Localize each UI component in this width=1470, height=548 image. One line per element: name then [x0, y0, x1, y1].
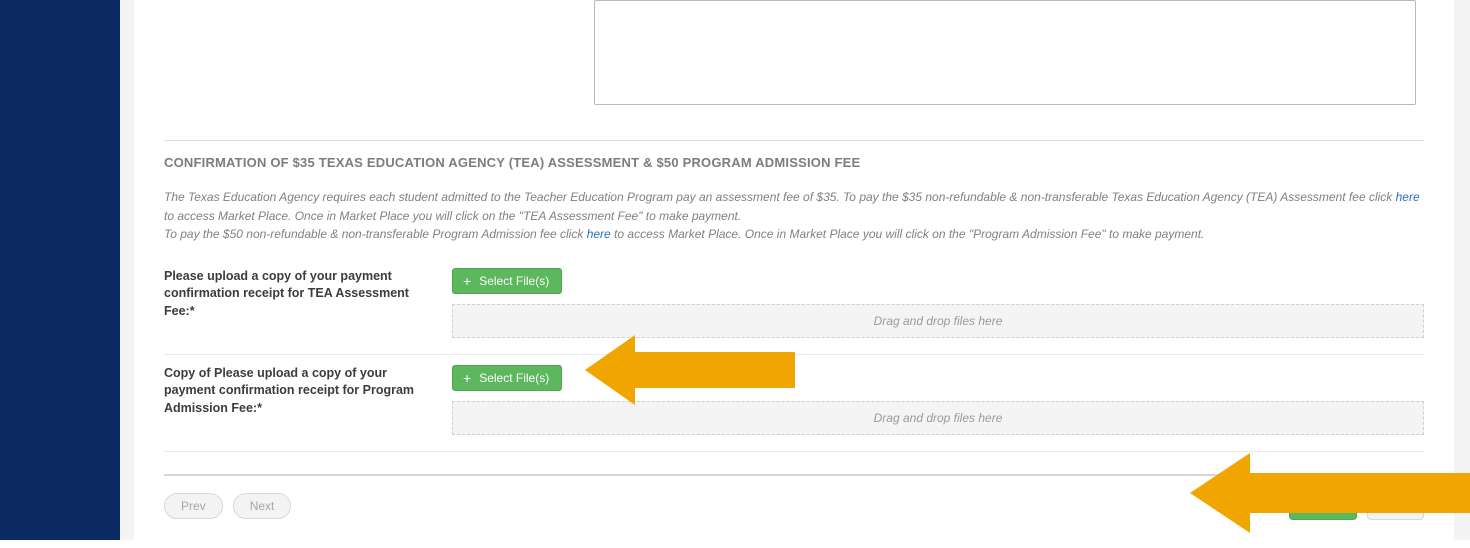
instr-text: To pay the $50 non-refundable & non-tran… — [164, 227, 587, 241]
tea-fee-link[interactable]: here — [1396, 190, 1420, 204]
select-file-label: Select File(s) — [479, 371, 549, 385]
prev-button[interactable]: Prev — [164, 493, 223, 519]
program-receipt-label: Copy of Please upload a copy of your pay… — [164, 365, 452, 418]
section-divider-top — [164, 140, 1424, 141]
program-receipt-row: Copy of Please upload a copy of your pay… — [164, 355, 1424, 452]
left-nav-sidebar — [0, 0, 120, 540]
section-divider-bottom — [164, 474, 1424, 476]
instr-text: to access Market Place. Once in Market P… — [611, 227, 1205, 241]
content-shell: CONFIRMATION OF $35 TEXAS EDUCATION AGEN… — [120, 0, 1470, 540]
form-content: CONFIRMATION OF $35 TEXAS EDUCATION AGEN… — [134, 0, 1454, 548]
description-textarea[interactable] — [594, 0, 1416, 105]
nav-left: Prev Next — [164, 493, 291, 519]
tea-select-file-button[interactable]: + Select File(s) — [452, 268, 562, 294]
fee-instructions: The Texas Education Agency requires each… — [164, 188, 1424, 244]
form-nav-row: Prev Next Submit Save — [164, 492, 1424, 520]
save-button[interactable]: Save — [1367, 492, 1424, 520]
instr-text: to access Market Place. Once in Market P… — [164, 209, 741, 223]
tea-receipt-label: Please upload a copy of your payment con… — [164, 268, 452, 321]
tea-receipt-row: Please upload a copy of your payment con… — [164, 258, 1424, 355]
select-file-label: Select File(s) — [479, 274, 549, 288]
plus-icon: + — [463, 371, 471, 385]
nav-right: Submit Save — [1289, 492, 1424, 520]
instr-text: The Texas Education Agency requires each… — [164, 190, 1396, 204]
tea-receipt-body: + Select File(s) Drag and drop files her… — [452, 268, 1424, 338]
next-button[interactable]: Next — [233, 493, 292, 519]
program-dropzone[interactable]: Drag and drop files here — [452, 401, 1424, 435]
submit-button[interactable]: Submit — [1289, 492, 1356, 520]
program-fee-link[interactable]: here — [587, 227, 611, 241]
tea-dropzone[interactable]: Drag and drop files here — [452, 304, 1424, 338]
program-select-file-button[interactable]: + Select File(s) — [452, 365, 562, 391]
program-receipt-body: + Select File(s) Drag and drop files her… — [452, 365, 1424, 435]
plus-icon: + — [463, 274, 471, 288]
section-title: CONFIRMATION OF $35 TEXAS EDUCATION AGEN… — [164, 155, 1424, 170]
